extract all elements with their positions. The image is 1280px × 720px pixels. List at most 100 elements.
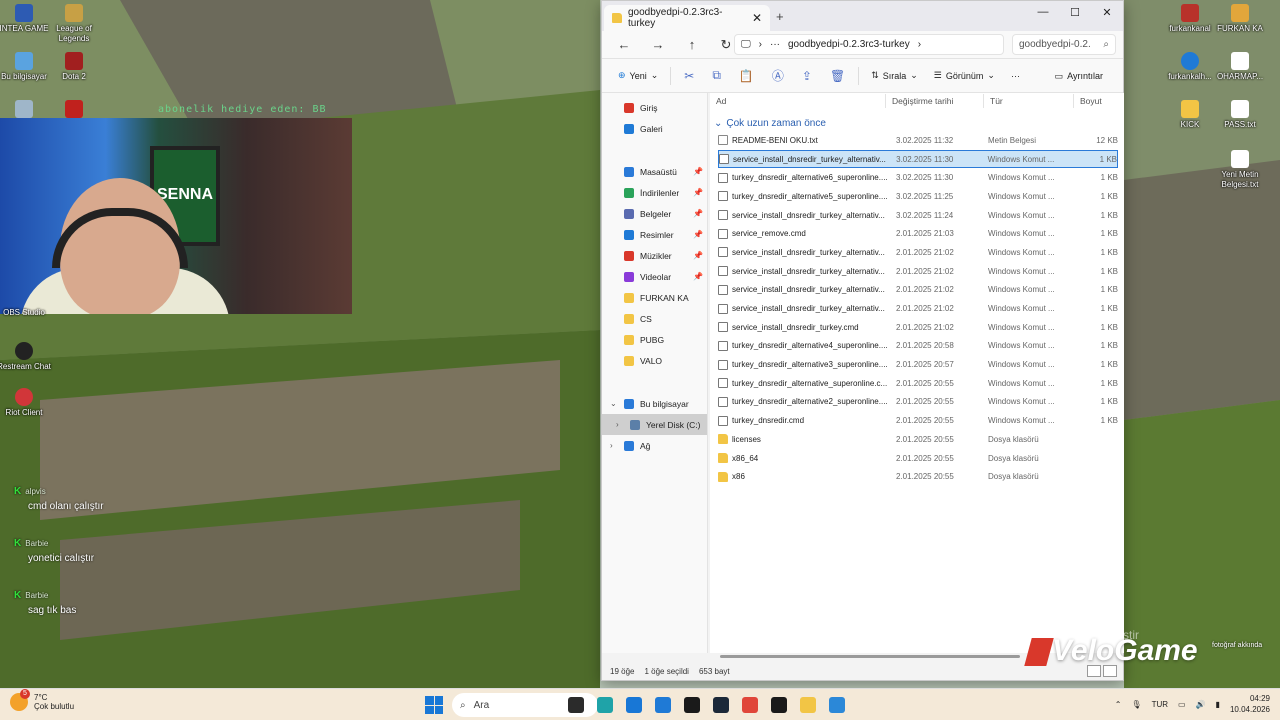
nav-item[interactable]: İndirilenler 📌: [602, 182, 707, 203]
column-type[interactable]: Tür: [984, 94, 1074, 108]
epic-games-icon[interactable]: [713, 697, 729, 713]
desktop-icon-league-of-legends[interactable]: League of Legends: [44, 4, 104, 44]
weather-widget[interactable]: 5 7°C Çok bulutlu: [10, 689, 74, 711]
cmd-file-icon: [718, 191, 728, 202]
battery-icon[interactable]: ▮: [1216, 700, 1220, 709]
file-row[interactable]: x86 2.01.2025 20:55 Dosya klasörü: [718, 467, 1118, 486]
file-row[interactable]: service_install_dnsredir_turkey_alternat…: [718, 262, 1118, 281]
file-row[interactable]: x86_64 2.01.2025 20:55 Dosya klasörü: [718, 449, 1118, 468]
cut-button[interactable]: ✂: [675, 64, 703, 88]
forward-button[interactable]: →: [644, 37, 672, 52]
desktop-icon-oharmap[interactable]: OHARMAP...: [1210, 52, 1270, 82]
minimize-button[interactable]: —: [1027, 1, 1059, 23]
chevron-right-icon: ›: [616, 420, 619, 429]
desktop-icon-new-text[interactable]: Yeni Metin Belgesi.txt: [1210, 150, 1270, 190]
new-button[interactable]: ⊕ Yeni ⌄: [610, 64, 666, 88]
file-explorer-icon[interactable]: [829, 697, 845, 713]
explorer-view-icon[interactable]: [568, 697, 584, 713]
maximize-button[interactable]: ☐: [1059, 1, 1091, 23]
rename-button[interactable]: Ⓐ: [763, 64, 793, 88]
chevron-up-icon[interactable]: ⌃: [1115, 700, 1122, 709]
microphone-icon[interactable]: 🎙: [1131, 700, 1141, 709]
nav-local-disk[interactable]: › Yerel Disk (C:): [602, 414, 707, 435]
nav-item[interactable]: Masaüstü 📌: [602, 161, 707, 182]
chat-message: K Barbie yonetici calıştır: [14, 538, 95, 564]
file-row[interactable]: service_install_dnsredir_turkey_alternat…: [718, 206, 1118, 225]
column-size[interactable]: Boyut: [1074, 94, 1122, 108]
horizontal-scrollbar[interactable]: [720, 655, 1020, 658]
file-row[interactable]: turkey_dnsredir_alternative_superonline.…: [718, 374, 1118, 393]
file-row[interactable]: turkey_dnsredir.cmd 2.01.2025 20:55 Window…: [718, 411, 1118, 430]
view-button[interactable]: ☰ Görünüm ⌄: [926, 64, 1003, 88]
folder-icon: [718, 453, 728, 464]
nav-item[interactable]: Galeri: [602, 118, 707, 139]
cmd-file-icon: [718, 322, 728, 333]
tab-goodbyedpi[interactable]: goodbyedpi-0.2.3rc3-turkey ✕: [604, 5, 770, 31]
desktop-icon-pass[interactable]: PASS.txt: [1210, 100, 1270, 130]
file-row[interactable]: licenses 2.01.2025 20:55 Dosya klasörü: [718, 430, 1118, 449]
nav-this-pc[interactable]: ⌄ Bu bilgisayar: [602, 393, 707, 414]
details-button[interactable]: ▭ Ayrıntılar: [1047, 64, 1111, 88]
file-row[interactable]: service_install_dnsredir_turkey_alternat…: [718, 243, 1118, 262]
folder-icon: [718, 434, 728, 445]
delete-button[interactable]: 🗑: [821, 64, 854, 88]
kick-icon: K: [14, 486, 22, 497]
obs-icon[interactable]: [800, 697, 816, 713]
share-button[interactable]: ⇪: [793, 64, 821, 88]
copy-button[interactable]: ⧉: [703, 64, 730, 88]
file-row[interactable]: turkey_dnsredir_alternative5_superonline…: [718, 187, 1118, 206]
file-row[interactable]: service_remove.cmd 2.01.2025 21:03 Windows…: [718, 224, 1118, 243]
back-button[interactable]: ←: [610, 37, 638, 52]
new-tab-button[interactable]: +: [776, 9, 784, 24]
desktop-icon-dota2[interactable]: Dota 2: [44, 52, 104, 82]
nav-item[interactable]: PUBG: [602, 329, 707, 350]
address-bar[interactable]: 🖵 › ··· goodbyedpi-0.2.3rc3-turkey ›: [734, 34, 1004, 55]
file-row[interactable]: README-BENI OKU.txt 3.02.2025 11:32 Metin …: [718, 131, 1118, 150]
file-row[interactable]: service_install_dnsredir_turkey_alternat…: [718, 149, 1118, 169]
breadcrumb-current[interactable]: goodbyedpi-0.2.3rc3-turkey: [788, 39, 910, 50]
desktop-icon-furkan-ka[interactable]: FURKAN KA: [1210, 4, 1270, 34]
file-row[interactable]: turkey_dnsredir_alternative2_superonline…: [718, 393, 1118, 412]
nav-item[interactable]: FURKAN KA: [602, 287, 707, 308]
column-name[interactable]: Ad: [710, 94, 886, 108]
close-button[interactable]: ✕: [1091, 1, 1123, 23]
network-icon[interactable]: ▭: [1178, 700, 1186, 709]
start-button[interactable]: [425, 696, 443, 714]
fox-app-icon[interactable]: [597, 697, 613, 713]
breadcrumb-more[interactable]: ···: [770, 39, 780, 50]
nav-item[interactable]: VALO: [602, 350, 707, 371]
file-row[interactable]: turkey_dnsredir_alternative4_superonline…: [718, 337, 1118, 356]
file-row[interactable]: service_install_dnsredir_turkey_alternat…: [718, 299, 1118, 318]
more-button[interactable]: ···: [1003, 64, 1028, 88]
store-icon[interactable]: [655, 697, 671, 713]
search-input[interactable]: goodbyedpi-0.2. ⌕: [1012, 34, 1116, 55]
sort-button[interactable]: ⇅ Sırala ⌄: [863, 64, 926, 88]
nav-item[interactable]: Videolar 📌: [602, 266, 707, 287]
nav-item[interactable]: Resimler 📌: [602, 224, 707, 245]
nav-network[interactable]: › Ağ: [602, 435, 707, 456]
volume-icon[interactable]: 🔊: [1196, 700, 1206, 709]
chrome-icon[interactable]: [771, 697, 787, 713]
language-indicator[interactable]: TUR: [1152, 700, 1168, 709]
desktop-icon-adobe[interactable]: [44, 100, 104, 120]
desktop-icon-restream-chat[interactable]: Restream Chat: [0, 342, 54, 372]
paste-button[interactable]: 📋: [730, 64, 763, 88]
clock[interactable]: 04:29 10.04.2026: [1230, 693, 1270, 715]
edge-icon[interactable]: [626, 697, 642, 713]
file-row[interactable]: turkey_dnsredir_alternative3_superonline…: [718, 355, 1118, 374]
file-row[interactable]: service_install_dnsredir_turkey.cmd 2.01.…: [718, 318, 1118, 337]
up-button[interactable]: ↑: [678, 37, 706, 52]
file-row[interactable]: service_install_dnsredir_turkey_alternat…: [718, 281, 1118, 300]
tab-close-icon[interactable]: ✕: [752, 11, 762, 25]
nav-item[interactable]: Müzikler 📌: [602, 245, 707, 266]
column-modified[interactable]: Değiştirme tarihi: [886, 94, 984, 108]
nav-item[interactable]: CS: [602, 308, 707, 329]
steam-icon[interactable]: [742, 697, 758, 713]
desktop-icon-riot-client[interactable]: Riot Client: [0, 388, 54, 418]
nav-item[interactable]: Giriş: [602, 97, 707, 118]
file-row[interactable]: turkey_dnsredir_alternative6_superonline…: [718, 168, 1118, 187]
group-header[interactable]: ⌄ Çok uzun zaman önce: [710, 115, 1124, 131]
nav-item[interactable]: Belgeler 📌: [602, 203, 707, 224]
desktop-icon-obs[interactable]: OBS Studio: [0, 308, 54, 318]
outlook-icon[interactable]: [684, 697, 700, 713]
